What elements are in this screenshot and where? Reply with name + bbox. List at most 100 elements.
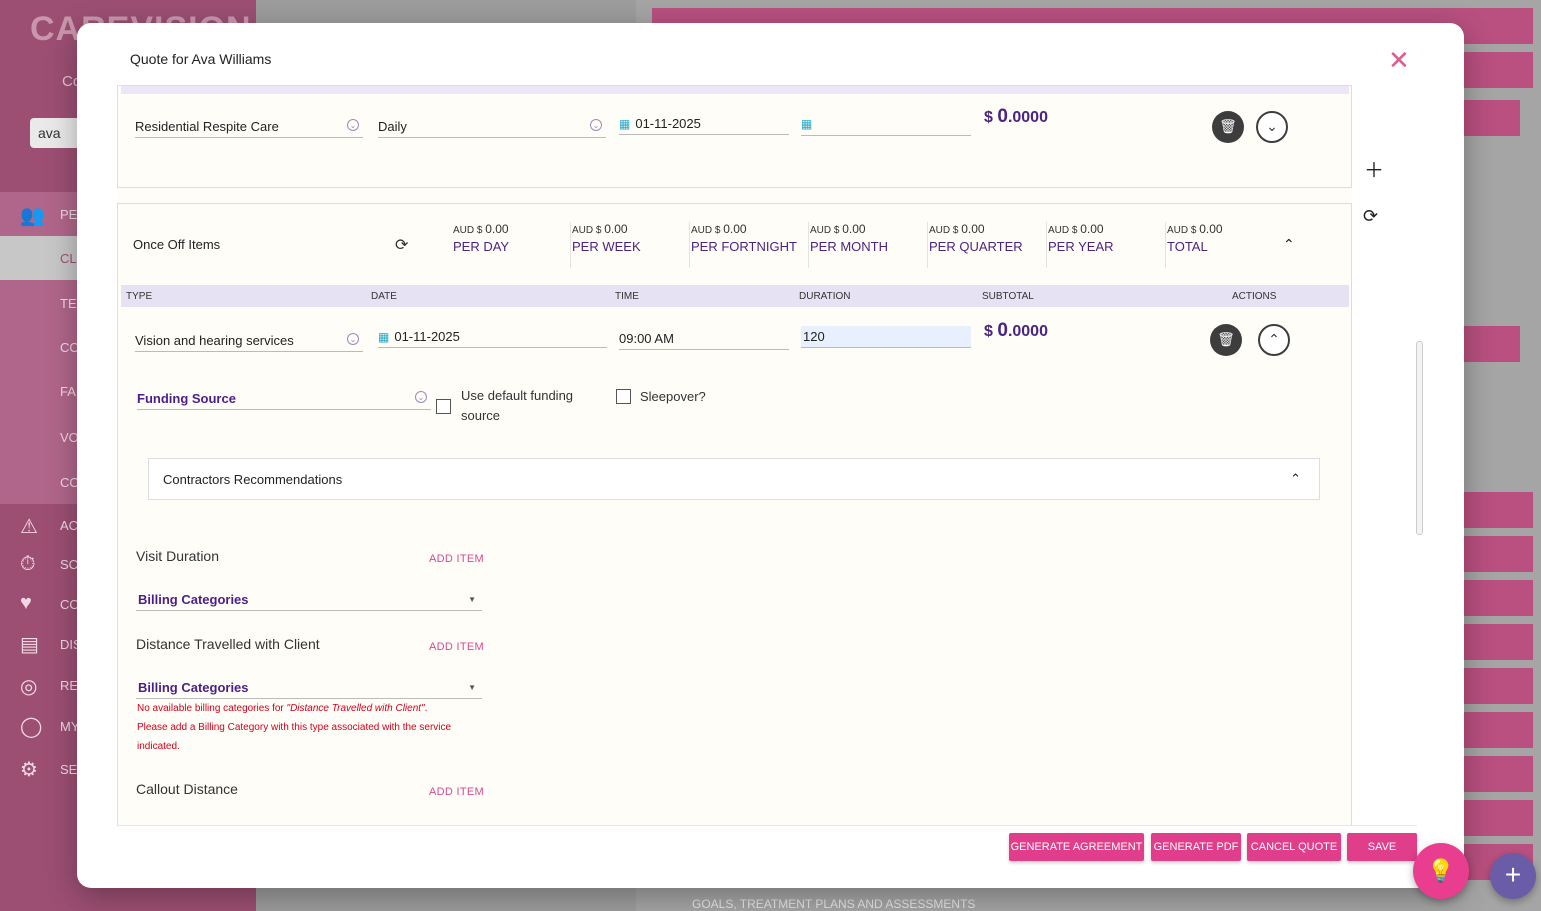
price-integer: 0 [997,106,1008,127]
calendar-icon: ▦ [378,330,390,344]
stat-per-week: AUD $ 0.00 PER WEEK [572,222,690,268]
stat-prefix: AUD $ [572,225,602,236]
stat-prefix: AUD $ [691,225,721,236]
chevron-up-icon[interactable]: ⌃ [1283,236,1295,253]
refresh-icon[interactable]: ⟳ [395,235,408,255]
nav-item[interactable]: VO [60,430,79,445]
close-icon[interactable]: ✕ [1388,47,1410,73]
nav-item[interactable]: SE [60,762,77,777]
service-type-select[interactable]: Residential Respite Care ⌄ [135,119,363,138]
use-default-funding-label: Use default funding source [461,386,573,426]
nav-item[interactable]: CL [60,251,77,266]
item-time-value: 09:00 AM [619,331,674,346]
billing-categories-label: Billing Categories [138,680,249,695]
stat-value: AUD $ 0.00 [572,222,689,236]
error-prefix: No available billing categories for [137,703,287,714]
billing-error-message: No available billing categories for "Dis… [137,699,497,756]
recurring-item-card: Residential Respite Care ⌄ Daily ⌄ ▦ 01-1… [117,85,1352,188]
stat-per-fortnight: AUD $ 0.00 PER FORTNIGHT [691,222,809,268]
distance-travelled-billing-select[interactable]: Billing Categories ▼ [136,680,482,699]
chevron-down-icon: ⌄ [347,119,359,131]
calendar-icon: ▦ [619,117,631,131]
refresh-icon[interactable]: ⟳ [1363,206,1378,227]
nav-item[interactable]: FA [60,384,76,399]
stat-value: AUD $ 0.00 [929,222,1046,236]
once-off-title: Once Off Items [133,237,221,252]
start-date-field[interactable]: ▦ 01-11-2025 [619,116,789,135]
end-date-field[interactable]: ▦ [801,116,971,136]
use-default-funding-checkbox[interactable] [436,399,451,414]
stat-amount: 0.00 [604,222,628,236]
trash-icon: 🗑 [1219,118,1237,134]
save-button[interactable]: SAVE [1347,833,1417,861]
background-section-label: GOALS, TREATMENT PLANS AND ASSESSMENTS [692,897,976,911]
chevron-down-icon: ⌄ [1266,118,1278,134]
delete-button[interactable]: 🗑 [1212,111,1244,143]
error-line2: Please add a Billing Category with this … [137,722,452,733]
item-time-field[interactable]: 09:00 AM [619,331,789,350]
trash-icon: 🗑 [1217,331,1235,347]
stat-amount: 0.00 [842,222,866,236]
stat-amount: 0.00 [961,222,985,236]
nav-item[interactable]: SC [60,557,78,572]
stat-label: PER QUARTER [929,239,1023,254]
gear-icon: ⚙ [20,759,38,781]
caret-down-icon: ▼ [468,595,476,604]
header-subtotal: SUBTOTAL [982,291,1034,302]
stat-prefix: AUD $ [1048,225,1078,236]
chevron-up-icon: ⌃ [1268,331,1280,347]
quote-modal: Quote for Ava Williams ✕ ＋ ⟳ Residential… [77,23,1464,888]
stat-prefix: AUD $ [810,225,840,236]
chevron-up-icon[interactable]: ⌃ [1290,471,1301,487]
visit-duration-add-item[interactable]: ADD ITEM [429,553,484,565]
header-time: TIME [615,291,639,302]
nav-item[interactable]: TE [60,296,77,311]
chevron-down-icon: ⌄ [590,119,602,131]
chevron-down-icon: ⌄ [347,333,359,345]
generate-agreement-button[interactable]: GENERATE AGREEMENT [1009,833,1144,861]
visit-duration-label: Visit Duration [136,548,220,564]
chat-icon: ▤ [20,634,39,656]
billing-categories-label: Billing Categories [138,592,249,607]
frequency-select[interactable]: Daily ⌄ [378,119,606,138]
visit-duration-billing-select[interactable]: Billing Categories ▼ [136,592,482,611]
lightbulb-icon[interactable]: 💡 [1413,843,1469,899]
item-type-select[interactable]: Vision and hearing services ⌄ [135,333,363,352]
sleepover-checkbox[interactable] [616,389,631,404]
nav-item[interactable]: PE [60,207,77,222]
add-icon[interactable]: ＋ [1364,154,1384,183]
callout-distance-add-item[interactable]: ADD ITEM [429,786,484,798]
add-fab-button[interactable]: + [1490,853,1536,899]
stat-label: PER YEAR [1048,239,1114,254]
generate-pdf-button[interactable]: GENERATE PDF [1151,833,1241,861]
collapse-button[interactable]: ⌃ [1258,324,1290,356]
item-type-value: Vision and hearing services [135,333,294,348]
error-emphasis: "Distance Travelled with Client" [286,703,425,714]
stat-prefix: AUD $ [1167,225,1197,236]
user-icon: ◯ [20,716,43,738]
error-line1: No available billing categories for "Dis… [137,699,497,718]
stat-per-year: AUD $ 0.00 PER YEAR [1048,222,1166,268]
item-date-value: 01-11-2025 [394,329,460,344]
stat-value: AUD $ 0.00 [1048,222,1165,236]
stat-per-day: AUD $ 0.00 PER DAY [453,222,571,268]
stat-label: PER WEEK [572,239,641,254]
cancel-quote-button[interactable]: CANCEL QUOTE [1247,833,1341,861]
contractors-recommendations-panel[interactable]: Contractors Recommendations ⌃ [148,458,1320,500]
frequency-value: Daily [378,119,407,134]
once-off-items-card: Once Off Items ⟳ AUD $ 0.00 PER DAY AUD … [117,203,1352,825]
expand-button[interactable]: ⌄ [1256,111,1288,143]
distance-travelled-add-item[interactable]: ADD ITEM [429,641,484,653]
item-duration-input[interactable]: 120 [801,326,971,348]
people-icon: 👥 [20,205,45,227]
scrollbar[interactable] [1416,341,1423,535]
currency-symbol: $ [984,323,993,340]
funding-source-label: Funding Source [137,391,236,406]
delete-button[interactable]: 🗑 [1210,324,1242,356]
funding-source-select[interactable]: Funding Source ⌄ [137,391,431,410]
nav-item[interactable]: AC [60,518,78,533]
quote-scroll-area[interactable]: Residential Respite Care ⌄ Daily ⌄ ▦ 01-1… [117,85,1352,825]
header-date: DATE [371,291,397,302]
item-date-field[interactable]: ▦ 01-11-2025 [378,329,607,348]
nav-item[interactable]: RE [60,678,78,693]
